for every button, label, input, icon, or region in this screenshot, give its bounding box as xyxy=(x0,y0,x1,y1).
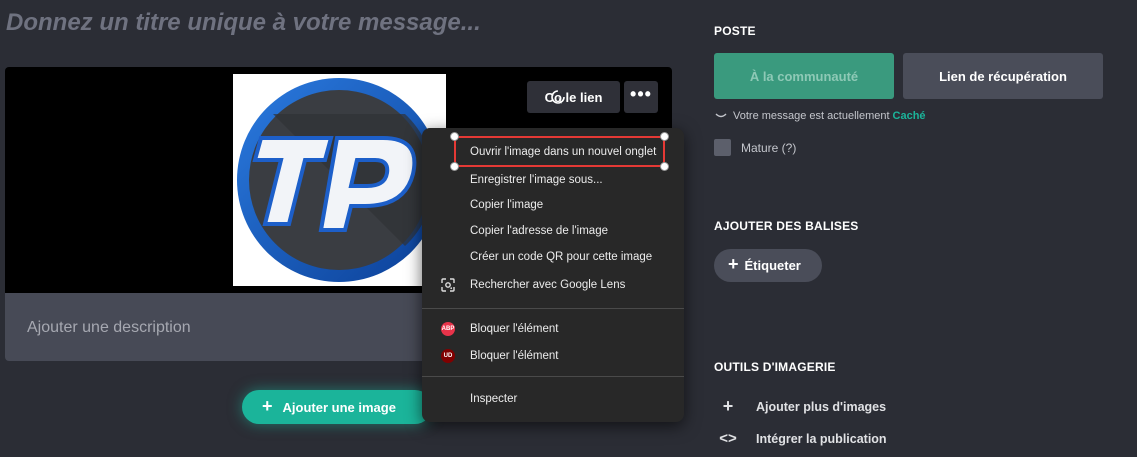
to-community-button[interactable]: À la communauté xyxy=(714,53,894,99)
menu-item-inspect[interactable]: Inspecter xyxy=(422,387,684,411)
embed-post-button[interactable]: <> Intégrer la publication xyxy=(714,430,886,447)
adblock-plus-icon: ABP xyxy=(441,322,455,336)
tp-logo-image xyxy=(237,78,441,282)
post-section-title: POSTE xyxy=(714,24,756,38)
more-options-button[interactable]: ••• xyxy=(624,81,658,113)
recovery-link-button[interactable]: Lien de récupération xyxy=(903,53,1103,99)
ublock-origin-icon: UD xyxy=(441,349,455,363)
google-lens-icon xyxy=(441,278,455,292)
menu-separator xyxy=(422,376,684,377)
mature-checkbox-row[interactable]: Mature (?) xyxy=(714,139,796,156)
menu-item-save-image[interactable]: Enregistrer l'image sous... xyxy=(422,168,684,192)
resize-handle[interactable] xyxy=(660,132,669,141)
code-icon: <> xyxy=(719,430,737,447)
add-image-button[interactable]: + Ajouter une image xyxy=(242,390,432,424)
add-more-images-button[interactable]: + Ajouter plus d'images xyxy=(714,396,886,417)
post-title-input[interactable] xyxy=(6,6,666,40)
uploaded-image[interactable] xyxy=(233,74,446,286)
image-tools-section-title: OUTILS D'IMAGERIE xyxy=(714,360,836,374)
tags-section-title: AJOUTER DES BALISES xyxy=(714,219,859,233)
add-tag-button[interactable]: + Étiqueter xyxy=(714,249,822,282)
mature-checkbox[interactable] xyxy=(714,139,731,156)
menu-separator xyxy=(422,308,684,309)
context-menu: Ouvrir l'image dans un nouvel onglet Enr… xyxy=(422,128,684,422)
copy-link-button[interactable]: Co le lien xyxy=(527,81,620,113)
plus-icon: + xyxy=(722,396,734,416)
menu-item-block-element-abp[interactable]: ABP Bloquer l'élément xyxy=(422,317,684,341)
cursor-loading-icon xyxy=(551,90,565,104)
plus-icon: + xyxy=(262,395,273,416)
menu-item-copy-image-address[interactable]: Copier l'adresse de l'image xyxy=(422,219,684,243)
resize-handle[interactable] xyxy=(450,132,459,141)
menu-item-create-qr-code[interactable]: Créer un code QR pour cette image xyxy=(422,245,684,269)
highlight-annotation xyxy=(454,136,665,167)
menu-item-google-lens[interactable]: Rechercher avec Google Lens xyxy=(422,273,684,297)
hidden-eye-icon xyxy=(715,113,727,118)
visibility-status: Votre message est actuellement Caché xyxy=(714,110,926,122)
menu-item-block-element-ublock[interactable]: UD Bloquer l'élément xyxy=(422,344,684,368)
status-hidden-link[interactable]: Caché xyxy=(893,110,926,122)
menu-item-copy-image[interactable]: Copier l'image xyxy=(422,193,684,217)
description-input[interactable] xyxy=(27,317,407,339)
plus-icon: + xyxy=(728,254,739,274)
